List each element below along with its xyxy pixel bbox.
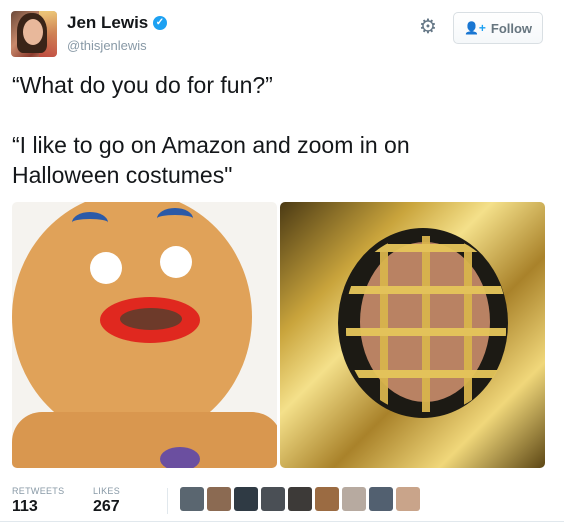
- liker-facepile: [180, 487, 420, 511]
- tweet-text-line-1: “What do you do for fun?”: [12, 72, 273, 98]
- gingerbread-button: [160, 447, 200, 468]
- tweet-text-line-3: Halloween costumes": [12, 162, 233, 188]
- liker-avatar[interactable]: [396, 487, 420, 511]
- gingerbread-costume-photo[interactable]: [12, 202, 277, 468]
- bottom-divider: [0, 521, 564, 522]
- gingerbread-mouth-opening: [120, 308, 182, 330]
- likes-count[interactable]: 267: [93, 498, 120, 516]
- liker-avatar[interactable]: [261, 487, 285, 511]
- author-handle[interactable]: @thisjenlewis: [67, 38, 147, 53]
- gingerbread-left-brow: [72, 212, 108, 233]
- liker-avatar[interactable]: [342, 487, 366, 511]
- person-plus-icon: 👤+: [463, 21, 486, 35]
- follow-button[interactable]: 👤+ Follow: [453, 12, 543, 44]
- liker-avatar[interactable]: [369, 487, 393, 511]
- liker-avatar[interactable]: [207, 487, 231, 511]
- liker-avatar[interactable]: [315, 487, 339, 511]
- gingerbread-body: [12, 412, 277, 468]
- tweet-text-line-2: “I like to go on Amazon and zoom in on: [12, 132, 410, 158]
- liker-avatar[interactable]: [288, 487, 312, 511]
- gold-costume-grille: [346, 236, 506, 412]
- gingerbread-left-eye: [90, 252, 122, 284]
- liker-avatar[interactable]: [234, 487, 258, 511]
- gingerbread-right-eye: [160, 246, 192, 278]
- author-name[interactable]: Jen Lewis: [67, 13, 148, 33]
- avatar-face: [23, 19, 43, 45]
- author-avatar[interactable]: [11, 11, 57, 57]
- liker-avatar[interactable]: [180, 487, 204, 511]
- gold-costume-photo[interactable]: [280, 202, 545, 468]
- verified-badge-icon: ✓: [153, 16, 167, 30]
- gear-icon[interactable]: ⚙: [419, 17, 437, 37]
- stats-divider: [167, 488, 168, 514]
- retweets-label: RETWEETS: [12, 486, 65, 496]
- follow-label: Follow: [490, 20, 533, 36]
- likes-label: LIKES: [93, 486, 121, 496]
- retweets-count[interactable]: 113: [12, 498, 38, 516]
- gingerbread-right-brow: [157, 208, 193, 229]
